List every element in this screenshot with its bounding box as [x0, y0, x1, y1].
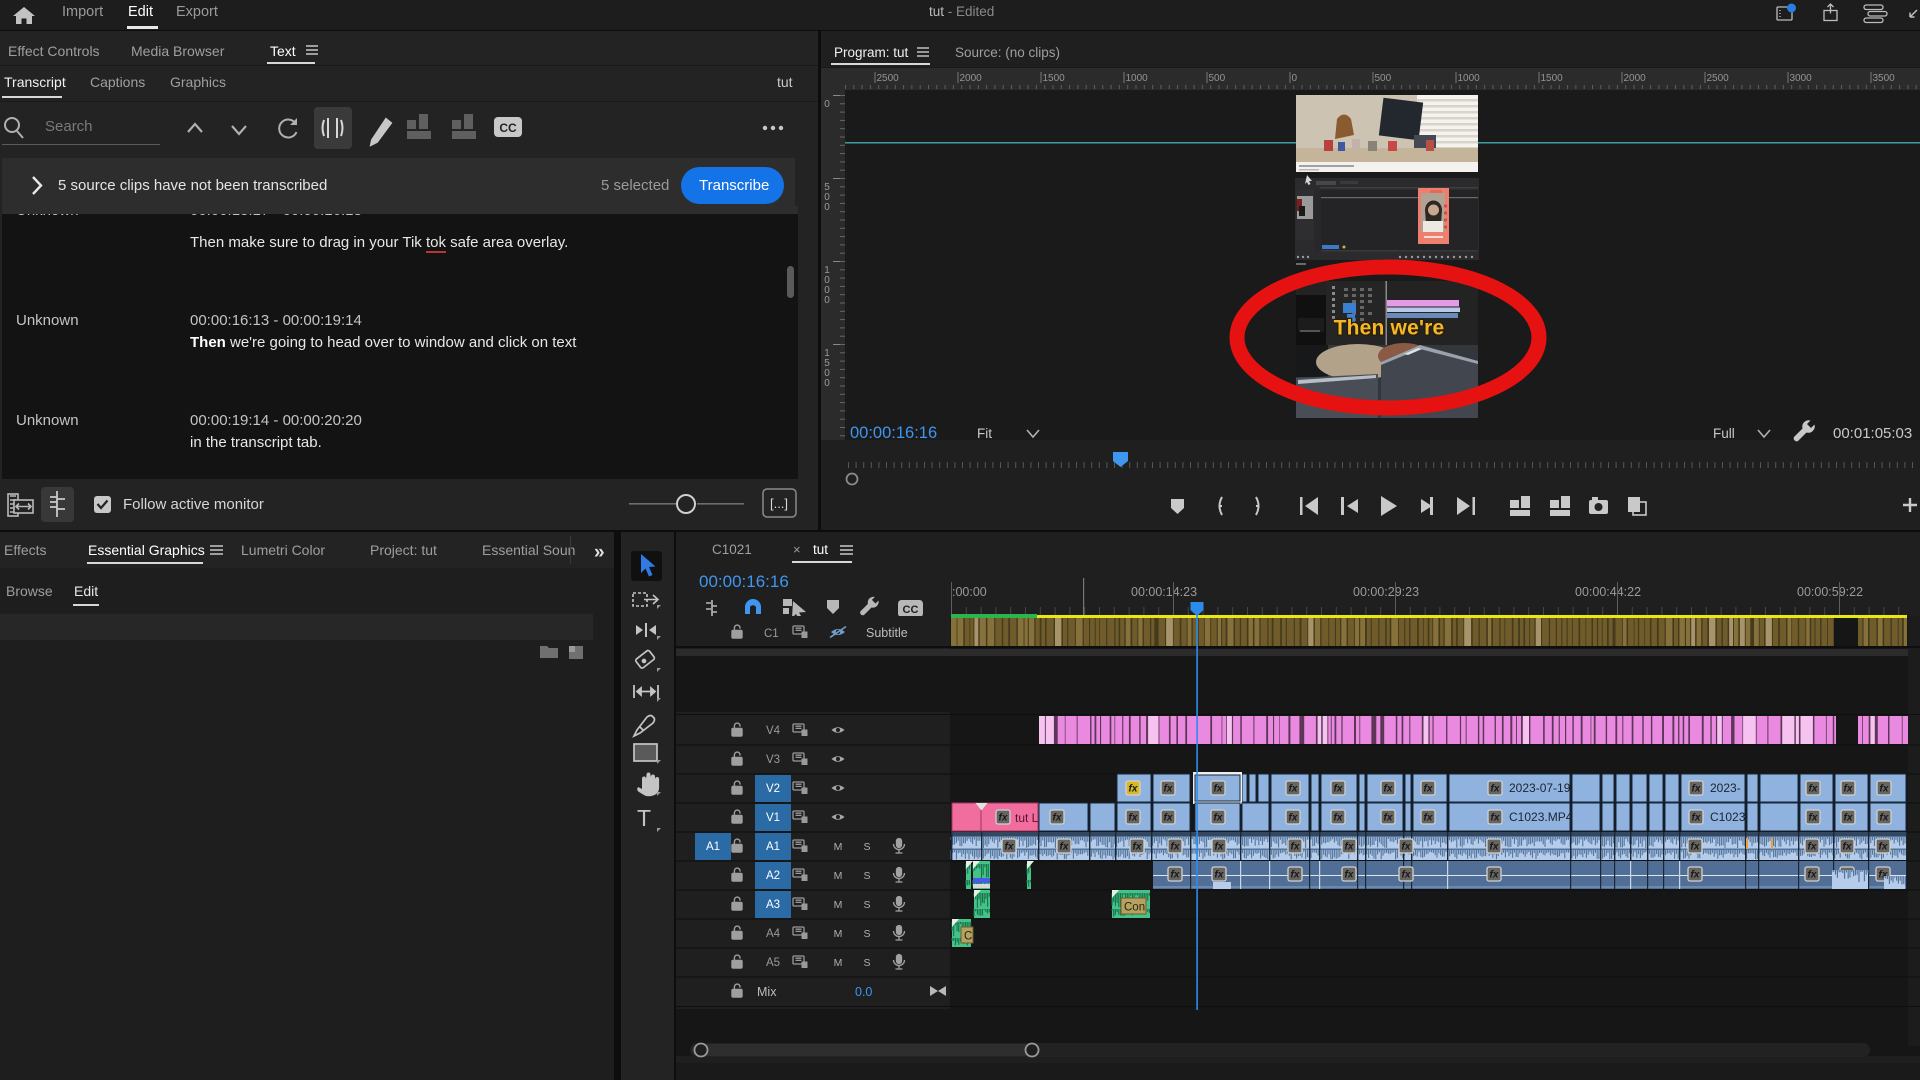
svg-text:fx: fx — [1384, 813, 1393, 824]
svg-text:fx: fx — [1164, 813, 1173, 824]
svg-text:fx: fx — [1345, 870, 1354, 881]
svg-text:fx: fx — [1289, 784, 1298, 795]
svg-text:fx: fx — [1291, 870, 1300, 881]
svg-text:C: C — [964, 931, 972, 943]
svg-text:fx: fx — [1345, 842, 1354, 853]
svg-text:C1023.MP4 [: C1023.MP4 [ — [1509, 810, 1580, 824]
svg-text:fx: fx — [1291, 842, 1300, 853]
svg-text:fx: fx — [1060, 842, 1069, 853]
svg-text:fx: fx — [1491, 784, 1500, 795]
svg-text:fx: fx — [1402, 870, 1411, 881]
svg-text:fx: fx — [1844, 784, 1853, 795]
svg-text:fx: fx — [1171, 842, 1180, 853]
svg-text:fx: fx — [1215, 842, 1224, 853]
svg-text:fx: fx — [1171, 870, 1180, 881]
svg-text:fx: fx — [1402, 842, 1411, 853]
svg-text:fx: fx — [1424, 784, 1433, 795]
svg-text:fx: fx — [1164, 784, 1173, 795]
svg-text:fx: fx — [1844, 813, 1853, 824]
svg-text:tut L: tut L — [1015, 811, 1039, 825]
svg-text:fx: fx — [1809, 813, 1818, 824]
svg-text:fx: fx — [1809, 784, 1818, 795]
svg-text:fx: fx — [999, 813, 1008, 824]
svg-text:fx: fx — [1692, 813, 1701, 824]
svg-text:fx: fx — [1808, 870, 1817, 881]
svg-text:fx: fx — [1214, 784, 1223, 795]
svg-text:fx: fx — [1879, 842, 1888, 853]
svg-text:fx: fx — [1880, 813, 1889, 824]
svg-text:2023-: 2023- — [1710, 781, 1741, 795]
svg-text:fx: fx — [1214, 813, 1223, 824]
svg-text:C1023: C1023 — [1710, 810, 1746, 824]
svg-text:fx: fx — [1490, 842, 1499, 853]
svg-text:fx: fx — [1491, 813, 1500, 824]
svg-text:fx: fx — [1133, 842, 1142, 853]
svg-text:fx: fx — [1880, 784, 1889, 795]
svg-text:Con: Con — [1124, 902, 1145, 914]
svg-text:fx: fx — [1053, 813, 1062, 824]
svg-text:fx: fx — [1289, 813, 1298, 824]
svg-text:fx: fx — [1215, 870, 1224, 881]
svg-text:fx: fx — [1384, 784, 1393, 795]
svg-text:fx: fx — [1691, 870, 1700, 881]
svg-text:fx: fx — [1334, 813, 1343, 824]
svg-text:fx: fx — [1843, 842, 1852, 853]
svg-text:fx: fx — [1808, 842, 1817, 853]
svg-text:fx: fx — [1334, 784, 1343, 795]
svg-text:fx: fx — [1490, 870, 1499, 881]
svg-text:fx: fx — [1691, 842, 1700, 853]
svg-text:2023-07-19: 2023-07-19 — [1509, 781, 1571, 795]
svg-text:fx: fx — [1424, 813, 1433, 824]
svg-text:fx: fx — [1129, 813, 1138, 824]
svg-text:fx: fx — [1005, 842, 1014, 853]
svg-text:fx: fx — [1692, 784, 1701, 795]
svg-text:fx: fx — [1129, 784, 1138, 795]
